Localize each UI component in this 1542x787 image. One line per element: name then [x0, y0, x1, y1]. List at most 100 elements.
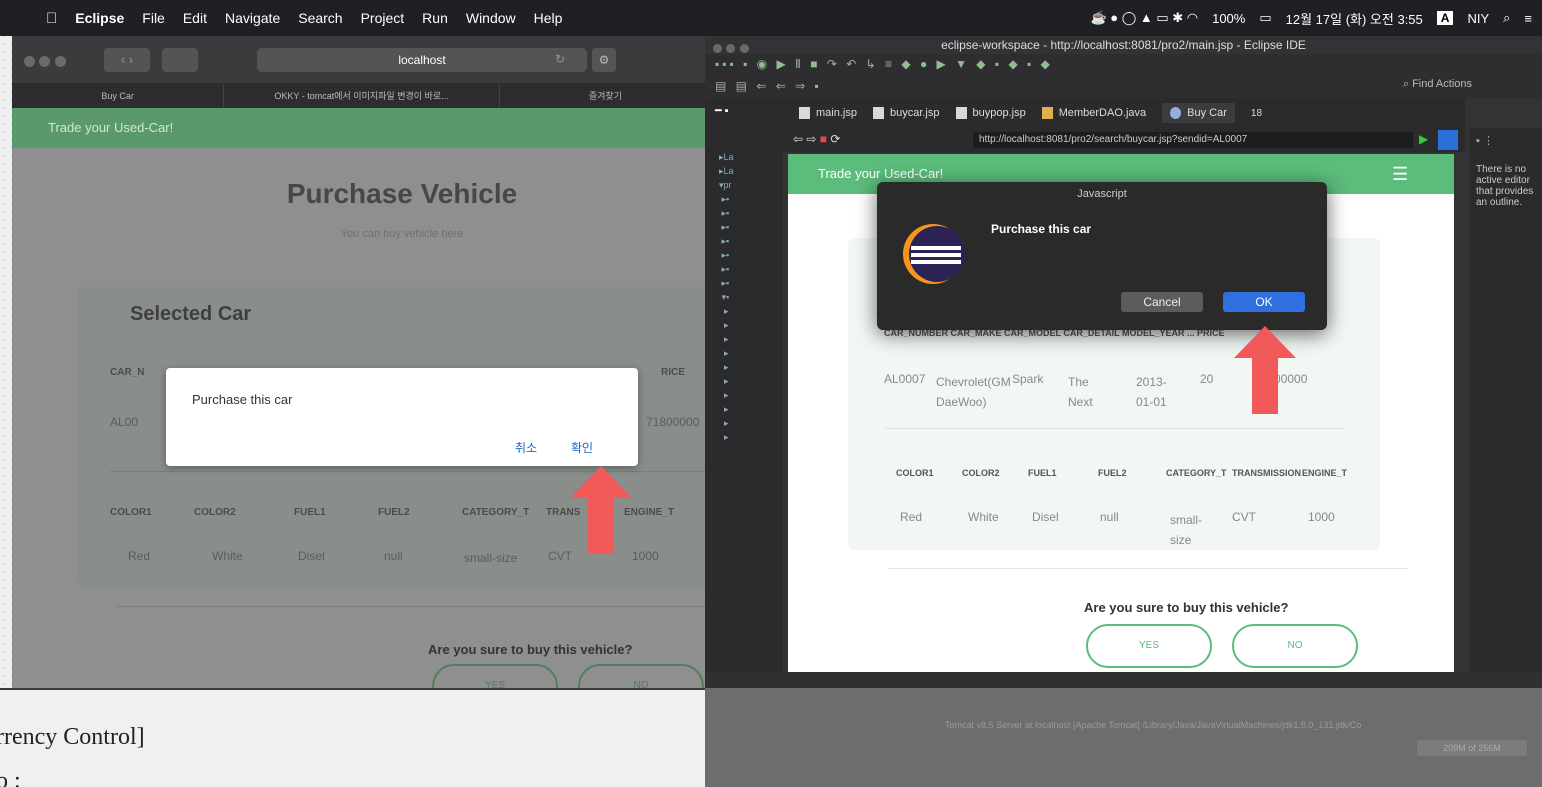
editor-tab-bar: main.jsp buycar.jsp buypop.jsp MemberDAO… [783, 98, 1465, 128]
menu-run[interactable]: Run [422, 10, 448, 26]
site-header[interactable]: Trade your Used-Car! [12, 108, 712, 148]
datetime[interactable]: 12월 17일 (화) 오전 3:55 [1286, 9, 1423, 28]
t2-v-fuel2: null [1100, 510, 1119, 524]
table1-header-left: CAR_N [110, 367, 145, 378]
back-forward-buttons[interactable]: ‹ › [104, 48, 150, 72]
project-explorer-panel: ━ ▪ ▸La ▸La ▾pr ▸▪ ▸▪ ▸▪ ▸▪ ▸▪ ▸▪ ▸▪ ▾▪ ▸ … [705, 98, 783, 672]
dialog-cancel-button[interactable]: 취소 [515, 439, 537, 456]
dialog-ok-button[interactable]: 확인 [571, 439, 593, 456]
mac-menubar:  Eclipse File Edit Navigate Search Proj… [0, 0, 1542, 36]
eclipse-main-toolbar: ▪▪▪ ▪ ◉ ▶ Ⅱ ■ ↷ ↶ ↳ ≡ ◆ ● ▶ ▼ ◆ ▪ ◆ ▪ ◆ [705, 54, 1542, 76]
tab-buy-car[interactable]: Buy Car [12, 84, 225, 108]
menu-file[interactable]: File [142, 10, 165, 26]
tab-memberdao-java[interactable]: MemberDAO.java [1041, 107, 1146, 119]
t2-h-fuel2: FUEL2 [378, 507, 410, 518]
t2-h-fuel1: FUEL1 [294, 507, 326, 518]
project-tree[interactable]: ▸La ▸La ▾pr ▸▪ ▸▪ ▸▪ ▸▪ ▸▪ ▸▪ ▸▪ ▾▪ ▸ ▸ ▸ … [719, 150, 763, 444]
t2-v-engine: 1000 [632, 549, 659, 563]
t2-h-color1: COLOR1 [896, 468, 934, 478]
table1-value-right: 71800000 [646, 415, 700, 429]
safari-toolbar: ‹ › localhost ↻ ⚙ [12, 36, 712, 84]
t2-h-fuel2: FUEL2 [1098, 468, 1127, 478]
tab-buy-car[interactable]: Buy Car [1162, 103, 1235, 123]
spotlight-icon[interactable]: ⌕ [1503, 10, 1510, 26]
status-icons[interactable]: ☕ ● ◯ ▲ ▭ ✱ ◠ [1090, 10, 1198, 26]
menu-edit[interactable]: Edit [183, 10, 207, 26]
red-arrow-indicator-right [1234, 326, 1296, 414]
battery-icon[interactable]: ▭ [1259, 10, 1271, 26]
tab-label: buypop.jsp [972, 107, 1026, 119]
yes-button[interactable]: YES [432, 664, 558, 688]
tab-okky[interactable]: OKKY - tomcat에서 이미지파일 변경이 바로... [224, 84, 500, 108]
no-button[interactable]: NO [578, 664, 704, 688]
menu-search[interactable]: Search [298, 10, 342, 26]
minimize-maximize-icons[interactable]: ━ ▪ [715, 104, 729, 117]
tab-buycar-jsp[interactable]: buycar.jsp [872, 107, 940, 119]
buy-question: Are you sure to buy this vehicle? [1084, 600, 1289, 615]
tab-overflow[interactable]: 18 [1251, 108, 1262, 119]
t1-v-year: 2013-01-01 [1136, 375, 1167, 409]
browser-nav-icons[interactable]: ⇦ ⇨ ■ ⟳ [793, 132, 840, 146]
t2-v-fuel1: Disel [1032, 510, 1059, 524]
eclipse-window: eclipse-workspace - http://localhost:808… [705, 36, 1542, 688]
t2-v-fuel1: Disel [298, 549, 325, 563]
t1-v-carnum: AL0007 [884, 372, 926, 386]
extension-icon[interactable]: ⚙ [592, 48, 616, 72]
table1-value-left: AL00 [110, 415, 139, 429]
sidebar-toggle-icon[interactable] [162, 48, 198, 72]
overlay-text-second: o : [0, 768, 21, 787]
t2-v-trans: CVT [548, 549, 572, 563]
t2-v-color1: Red [900, 510, 923, 524]
js-ok-button[interactable]: OK [1223, 292, 1305, 312]
card-title: Selected Car [130, 303, 252, 325]
eclipse-console-area: Tomcat v8.5 Server at localhost [Apache … [705, 688, 1542, 787]
safari-address-bar[interactable]: localhost [257, 48, 587, 72]
file-icon [799, 107, 810, 119]
toolbar-icons[interactable]: ▪▪▪ ▪ ◉ ▶ Ⅱ ■ ↷ ↶ ↳ ≡ ◆ ● ▶ ▼ ◆ ▪ ◆ ▪ ◆ [715, 57, 1053, 71]
eclipse-secondary-toolbar: ▤ ▤ ⇐ ⇐ ⇒ ▪ ⌕ Find Actions [705, 76, 1542, 98]
t2-v-category: small-size [464, 551, 518, 565]
navigation-arrows-icon[interactable]: ▤ ▤ ⇐ ⇐ ⇒ ▪ [715, 79, 822, 93]
open-external-icon[interactable] [1438, 130, 1458, 150]
page-subtitle: You can buy vehicle here [340, 228, 464, 240]
menu-window[interactable]: Window [466, 10, 516, 26]
menu-project[interactable]: Project [361, 10, 405, 26]
no-button[interactable]: NO [1232, 624, 1358, 668]
table1-header-right: RICE [661, 367, 685, 378]
browser-nav-bar: ⇦ ⇨ ■ ⟳ http://localhost:8081/pro2/searc… [783, 128, 1465, 152]
tab-main-jsp[interactable]: main.jsp [799, 107, 857, 119]
notification-center-icon[interactable]: ≡ [1524, 11, 1532, 26]
heap-status[interactable]: 209M of 256M [1417, 740, 1527, 756]
window-controls[interactable] [24, 54, 66, 72]
slide-overlay: rrency Control] o : [0, 688, 705, 787]
tab-label: main.jsp [816, 107, 857, 119]
tab-buypop-jsp[interactable]: buypop.jsp [955, 107, 1026, 119]
confirm-dialog: Purchase this car 취소 확인 [166, 368, 638, 466]
t2-v-color2: White [968, 510, 999, 524]
user-name[interactable]: NIY [1467, 11, 1489, 26]
t2-v-color2: White [212, 549, 243, 563]
menu-help[interactable]: Help [534, 10, 563, 26]
hamburger-menu-icon[interactable]: ☰ [1392, 164, 1408, 185]
browser-address-field[interactable]: http://localhost:8081/pro2/search/buycar… [973, 132, 1413, 148]
apple-icon[interactable]:  [46, 10, 57, 27]
tab-favorites[interactable]: 즐겨찾기 [500, 84, 712, 108]
outline-toolbar-icons[interactable]: ▪ ⋮ [1476, 136, 1536, 164]
yes-button[interactable]: YES [1086, 624, 1212, 668]
t2-v-fuel2: null [384, 549, 403, 563]
page-title: Purchase Vehicle [286, 178, 518, 209]
input-source-badge[interactable]: A [1436, 11, 1454, 25]
go-icon[interactable]: ▶ [1419, 132, 1428, 146]
tab-label: buycar.jsp [889, 107, 940, 119]
dialog-message: Purchase this car [192, 392, 293, 407]
menu-app-name[interactable]: Eclipse [75, 10, 124, 26]
find-actions[interactable]: ⌕ Find Actions [1403, 78, 1472, 91]
t2-h-color1: COLOR1 [110, 507, 152, 518]
reload-icon[interactable]: ↻ [555, 52, 565, 66]
search-icon: ⌕ [1402, 78, 1410, 90]
t2-v-trans: CVT [1232, 510, 1256, 524]
safari-window: ‹ › localhost ↻ ⚙ Buy Car OKKY - tomcat에… [12, 36, 712, 688]
js-cancel-button[interactable]: Cancel [1121, 292, 1203, 312]
menu-navigate[interactable]: Navigate [225, 10, 280, 26]
t2-h-color2: COLOR2 [962, 468, 1000, 478]
